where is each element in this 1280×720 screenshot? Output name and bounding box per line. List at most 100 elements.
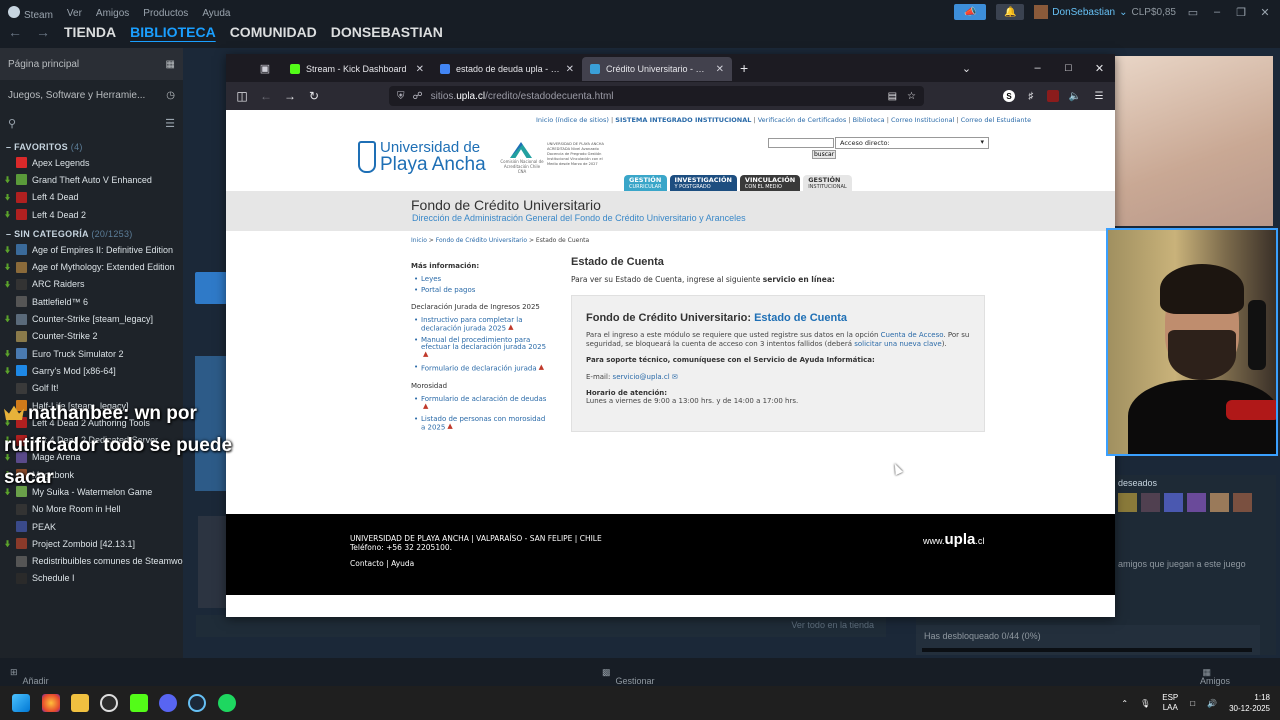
chevron-up-icon[interactable]: ⌃	[1121, 699, 1128, 708]
broadcast-button[interactable]: 📣	[954, 4, 987, 20]
maximize-icon[interactable]: ❐	[1234, 6, 1248, 19]
shield-icon[interactable]: ⛨	[397, 91, 405, 102]
link-instructivo[interactable]: Instructivo para completar la declaració…	[414, 317, 551, 333]
browser-tab[interactable]: estado de deuda upla - Buscar con✕	[432, 57, 582, 81]
close-tab-icon[interactable]: ✕	[416, 64, 424, 75]
library-game-item[interactable]: Golf It!	[0, 380, 183, 397]
obs-icon[interactable]	[100, 694, 118, 712]
minimize-icon[interactable]: –	[1022, 62, 1053, 74]
achievements-panel[interactable]: Has desbloqueado 0/44 (0%)	[916, 625, 1260, 655]
friends-chat-button[interactable]: Amigos y chat ▦	[1200, 667, 1230, 696]
ayuda-link[interactable]: Ayuda	[391, 559, 414, 568]
close-icon[interactable]: ✕	[1084, 62, 1115, 75]
library-search[interactable]: ⚲ ☰	[0, 110, 183, 136]
browser-tab[interactable]: Crédito Universitario - Universidad✕	[582, 57, 732, 81]
reload-icon[interactable]: ↻	[302, 89, 326, 103]
language-indicator[interactable]: ESP LAA	[1162, 693, 1178, 713]
library-game-item[interactable]: Redistribuibles comunes de Steamworks	[0, 553, 183, 570]
library-game-item[interactable]: Battlefield™ 6	[0, 293, 183, 310]
site-menu-tab[interactable]: VINCULACIÓN CON EL MEDIO	[739, 175, 801, 191]
back-icon[interactable]: ←	[254, 89, 278, 103]
support-email-link[interactable]: servicio@upla.cl	[613, 373, 670, 381]
library-game-item[interactable]: Garry's Mod [x86-64]	[0, 362, 183, 379]
library-game-item[interactable]: Schedule I	[0, 570, 183, 587]
uncategorized-section[interactable]: – SIN CATEGORÍA (20/1253)	[0, 223, 183, 241]
sidebar-toggle-icon[interactable]: ◫	[230, 89, 254, 103]
kick-icon[interactable]	[130, 694, 148, 712]
library-game-item[interactable]: Counter-Strike 2	[0, 328, 183, 345]
nueva-clave-link[interactable]: solicitar una nueva clave	[854, 340, 942, 348]
menu-hamburger-icon[interactable]: ☰	[1091, 88, 1107, 104]
steam-menu-steam[interactable]: Steam	[8, 6, 53, 21]
link-correo-institucional[interactable]: Correo Institucional	[891, 116, 954, 124]
extensions-puzzle-icon[interactable]: ♯	[1023, 88, 1039, 104]
extension-s-icon[interactable]: S	[1003, 90, 1015, 102]
back-arrow-icon[interactable]: ←	[8, 24, 22, 40]
windows-start-icon[interactable]	[12, 694, 30, 712]
avatar[interactable]	[1233, 493, 1252, 512]
discord-icon[interactable]	[159, 694, 177, 712]
new-tab-button[interactable]: +	[740, 60, 748, 76]
avatar[interactable]	[1118, 493, 1137, 512]
avatar[interactable]	[1210, 493, 1229, 512]
library-game-item[interactable]: Grand Theft Auto V Enhanced	[0, 171, 183, 188]
spotify-icon[interactable]	[218, 694, 236, 712]
steam-menu-amigos[interactable]: Amigos	[96, 8, 129, 19]
close-tab-icon[interactable]: ✕	[566, 64, 574, 75]
library-filter-dropdown[interactable]: Juegos, Software y Herramie... ◷	[0, 80, 183, 110]
avatar[interactable]	[1187, 493, 1206, 512]
link-formulario[interactable]: Formulario de declaración jurada▲	[414, 364, 551, 373]
file-explorer-icon[interactable]	[71, 694, 89, 712]
nav-profile[interactable]: DONSEBASTIAN	[331, 24, 443, 40]
close-tab-icon[interactable]: ✕	[716, 64, 724, 75]
reader-view-icon[interactable]: ▤	[888, 91, 897, 102]
favorites-section[interactable]: – FAVORITOS (4)	[0, 136, 183, 154]
lock-icon[interactable]: ☍	[413, 91, 423, 102]
add-product-button[interactable]: ⊞ Añadir un producto	[10, 667, 58, 706]
clock[interactable]: 1:18 30-12-2025	[1229, 692, 1270, 714]
ublock-icon[interactable]	[1047, 90, 1059, 102]
library-game-item[interactable]: Age of Empires II: Definitive Edition	[0, 241, 183, 258]
link-correo-estudiante[interactable]: Correo del Estudiante	[961, 116, 1031, 124]
library-game-item[interactable]: Left 4 Dead 2	[0, 206, 183, 223]
volume-icon[interactable]: 🔊	[1207, 699, 1217, 708]
site-search-input[interactable]	[768, 138, 834, 148]
steam-menu-productos[interactable]: Productos	[143, 8, 188, 19]
steam-menu-ayuda[interactable]: Ayuda	[202, 8, 230, 19]
steam-menu-ver[interactable]: Ver	[67, 8, 82, 19]
network-icon[interactable]: □	[1190, 699, 1195, 708]
site-menu-tab[interactable]: INVESTIGACIÓN Y POSTGRADO	[669, 175, 737, 191]
firefox-icon[interactable]	[42, 694, 60, 712]
footer-logo[interactable]: www.upla.cl	[923, 531, 984, 548]
library-game-item[interactable]: PEAK	[0, 518, 183, 535]
library-game-item[interactable]: Age of Mythology: Extended Edition	[0, 258, 183, 275]
library-game-item[interactable]: Apex Legends	[0, 154, 183, 171]
url-bar[interactable]: ⛨ ☍ sitios. upla.cl/credito/estadodecuent…	[389, 86, 924, 106]
library-game-item[interactable]: ARC Raiders	[0, 276, 183, 293]
minimize-icon[interactable]: –	[1210, 6, 1224, 18]
link-manual[interactable]: Manual del procedimiento para efectuar l…	[414, 337, 551, 360]
link-inicio[interactable]: Inicio (índice de sitios)	[536, 116, 609, 124]
contacto-link[interactable]: Contacto	[350, 559, 384, 568]
nav-comunidad[interactable]: COMUNIDAD	[230, 24, 317, 40]
avatar[interactable]	[1164, 493, 1183, 512]
library-game-item[interactable]: Project Zomboid [42.13.1]	[0, 535, 183, 552]
site-menu-tab[interactable]: GESTIÓN INSTITUCIONAL	[803, 175, 852, 191]
mute-icon[interactable]: 🔈	[1067, 88, 1083, 104]
user-menu[interactable]: DonSebastian ⌄ CLP$0,85	[1034, 5, 1176, 19]
library-game-item[interactable]: No More Room in Hell	[0, 501, 183, 518]
library-game-item[interactable]: Euro Truck Simulator 2	[0, 345, 183, 362]
library-game-item[interactable]: Counter-Strike [steam_legacy]	[0, 310, 183, 327]
link-portal-pagos[interactable]: Portal de pagos	[414, 287, 551, 295]
upla-logo[interactable]: Universidad de Playa Ancha	[358, 140, 486, 174]
steam-icon[interactable]	[188, 694, 206, 712]
sidebar-home[interactable]: Página principal ▦	[0, 48, 183, 80]
link-verificacion[interactable]: Verificación de Certificados	[758, 116, 847, 124]
clock-icon[interactable]: ◷	[166, 90, 175, 101]
nav-tienda[interactable]: TIENDA	[64, 24, 116, 40]
notifications-bell-icon[interactable]: 🔔	[996, 4, 1025, 20]
browser-tab[interactable]: Stream - Kick Dashboard ✕	[282, 57, 432, 81]
library-game-item[interactable]: Left 4 Dead	[0, 189, 183, 206]
manage-downloads-button[interactable]: ▩ Gestionar descargas	[602, 667, 657, 696]
maximize-icon[interactable]: □	[1053, 62, 1084, 74]
